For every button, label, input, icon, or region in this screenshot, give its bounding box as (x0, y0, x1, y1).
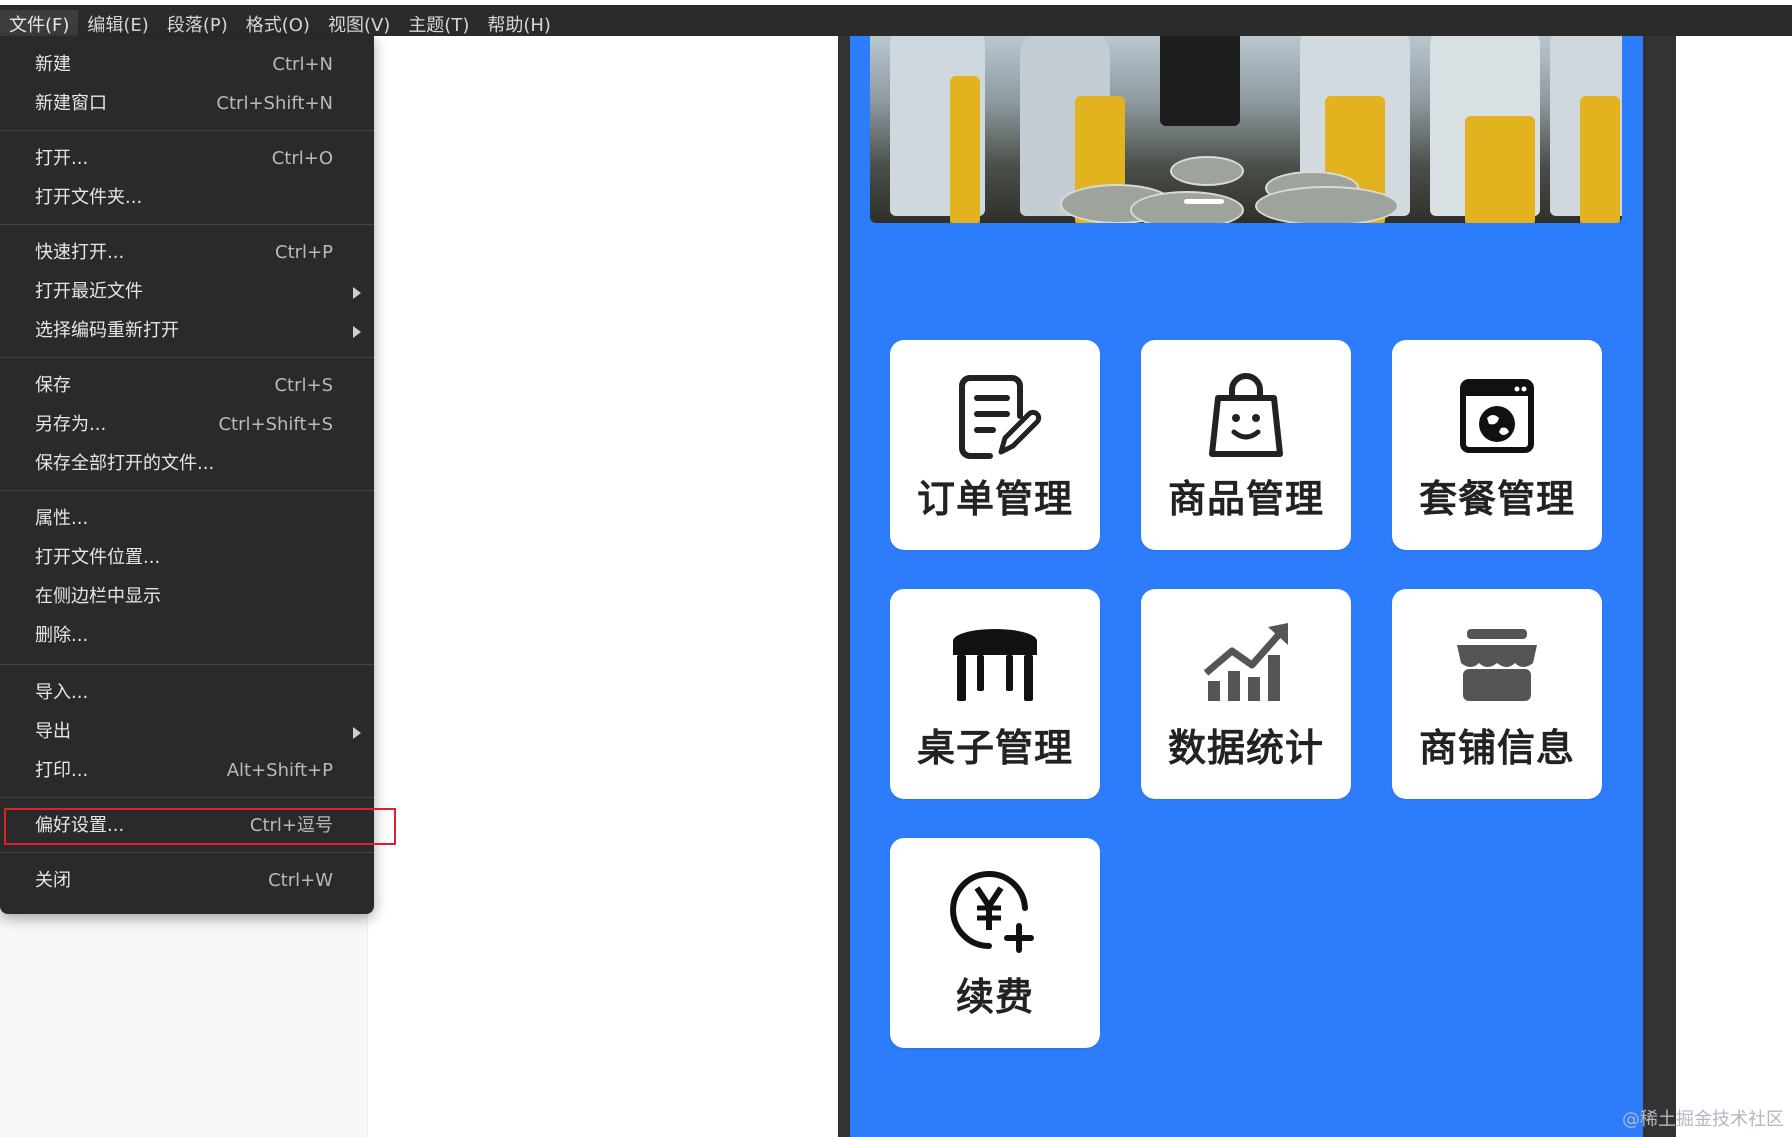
menu-item-export[interactable]: 导出 (0, 714, 374, 750)
menu-item-shortcut: Ctrl+P (275, 242, 333, 263)
menu-separator (0, 797, 374, 798)
tile-label: 续费 (955, 975, 1034, 1019)
menu-item-label: 打开文件夹... (35, 187, 143, 208)
menu-item-delete[interactable]: 删除... (0, 618, 374, 654)
table-icon (953, 629, 1037, 701)
watermark: @稀土掘金技术社区 (1622, 1109, 1784, 1130)
tile-package-management[interactable]: 套餐管理 (1392, 340, 1602, 550)
menu-item-save-all[interactable]: 保存全部打开的文件... (0, 446, 374, 482)
menu-theme[interactable]: 主题(T) (399, 10, 478, 41)
menu-item-label: 快速打开... (35, 242, 125, 263)
menu-item-label: 打开... (35, 148, 89, 169)
submenu-arrow-icon (353, 727, 361, 739)
menu-item-close[interactable]: 关闭 Ctrl+W (0, 863, 374, 899)
menu-item-reopen-encoding[interactable]: 选择编码重新打开 (0, 313, 374, 349)
tile-store-info[interactable]: 商铺信息 (1392, 589, 1602, 799)
menu-item-label: 新建窗口 (35, 93, 107, 114)
menu-item-label: 删除... (35, 625, 89, 646)
menu-item-new[interactable]: 新建 Ctrl+N (0, 47, 374, 83)
order-edit-icon (959, 375, 1042, 459)
yuan-plus-icon (950, 871, 1034, 953)
tile-table-management[interactable]: 桌子管理 (890, 589, 1100, 799)
menu-separator (0, 130, 374, 131)
tile-renewal[interactable]: 续费 (890, 838, 1100, 1048)
menu-separator (0, 490, 374, 491)
menu-item-open-recent[interactable]: 打开最近文件 (0, 274, 374, 310)
tile-data-statistics[interactable]: 数据统计 (1141, 589, 1351, 799)
shopping-bag-icon (1209, 373, 1283, 457)
menu-item-new-window[interactable]: 新建窗口 Ctrl+Shift+N (0, 86, 374, 122)
menu-item-shortcut: Ctrl+W (268, 870, 333, 891)
menubar: 文件(F) 编辑(E) 段落(P) 格式(O) 视图(V) 主题(T) 帮助(H… (0, 0, 1792, 41)
menu-item-label: 保存 (35, 375, 71, 396)
submenu-arrow-icon (353, 287, 361, 299)
tile-label: 数据统计 (1167, 726, 1324, 770)
menu-item-label: 另存为... (35, 414, 107, 435)
menu-item-label: 打开文件位置... (35, 547, 161, 568)
menu-item-label: 新建 (35, 54, 71, 75)
package-globe-icon (1460, 379, 1534, 453)
carousel-indicator[interactable] (1184, 199, 1224, 204)
menu-item-shortcut: Ctrl+S (274, 375, 333, 396)
submenu-arrow-icon (353, 326, 361, 338)
menu-item-label: 打开最近文件 (35, 281, 143, 302)
menu-item-label: 属性... (35, 508, 89, 529)
menu-item-label: 选择编码重新打开 (35, 320, 179, 341)
menu-separator (0, 664, 374, 665)
menu-item-label: 在侧边栏中显示 (35, 586, 161, 607)
menu-item-shortcut: Alt+Shift+P (226, 760, 333, 781)
menu-item-label: 保存全部打开的文件... (35, 453, 215, 474)
menu-item-reveal-sidebar[interactable]: 在侧边栏中显示 (0, 579, 374, 615)
menu-separator (0, 852, 374, 853)
tile-label: 桌子管理 (916, 726, 1073, 770)
stats-chart-icon (1203, 623, 1288, 701)
menu-item-save-as[interactable]: 另存为... Ctrl+Shift+S (0, 407, 374, 443)
menu-item-shortcut: Ctrl+O (271, 148, 333, 169)
tile-product-management[interactable]: 商品管理 (1141, 340, 1351, 550)
menu-item-open[interactable]: 打开... Ctrl+O (0, 141, 374, 177)
menu-item-label: 导出 (35, 721, 71, 742)
menu-item-label: 关闭 (35, 870, 71, 891)
menu-item-label: 打印... (35, 760, 89, 781)
menu-item-save[interactable]: 保存 Ctrl+S (0, 368, 374, 404)
tile-label: 商铺信息 (1418, 726, 1575, 770)
menu-item-shortcut: Ctrl+N (272, 54, 333, 75)
menu-help[interactable]: 帮助(H) (478, 10, 560, 41)
banner-indicator-wrap (870, 36, 1622, 223)
tile-order-management[interactable]: 订单管理 (890, 340, 1100, 550)
menu-item-open-folder[interactable]: 打开文件夹... (0, 180, 374, 216)
menu-item-quick-open[interactable]: 快速打开... Ctrl+P (0, 235, 374, 271)
menu-separator (0, 357, 374, 358)
menu-item-open-location[interactable]: 打开文件位置... (0, 540, 374, 576)
tile-label: 订单管理 (916, 477, 1073, 521)
tile-label: 套餐管理 (1418, 477, 1575, 521)
menu-item-label: 导入... (35, 682, 89, 703)
store-icon (1457, 629, 1537, 701)
menu-separator (0, 224, 374, 225)
menu-item-shortcut: Ctrl+Shift+S (218, 414, 333, 435)
highlight-annotation (4, 808, 396, 845)
menu-item-properties[interactable]: 属性... (0, 501, 374, 537)
menu-item-shortcut: Ctrl+Shift+N (216, 93, 333, 114)
file-menu-dropdown: 新建 Ctrl+N 新建窗口 Ctrl+Shift+N 打开... Ctrl+O… (0, 36, 374, 914)
tile-label: 商品管理 (1167, 477, 1324, 521)
menu-item-print[interactable]: 打印... Alt+Shift+P (0, 753, 374, 789)
menu-item-import[interactable]: 导入... (0, 675, 374, 711)
